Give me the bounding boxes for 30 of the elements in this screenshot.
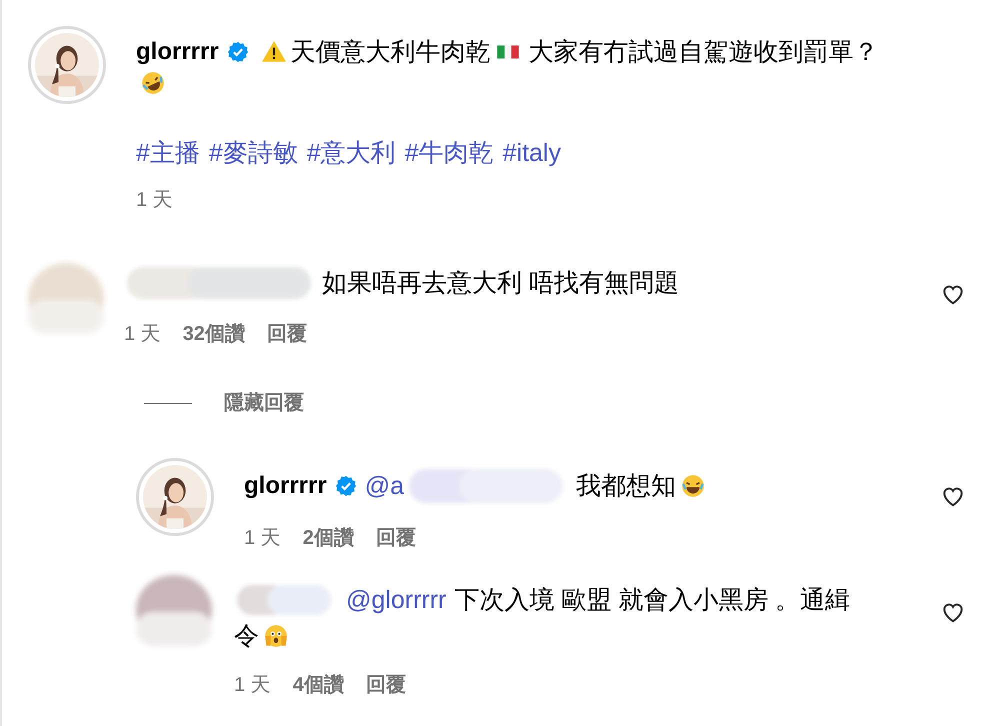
reply-button[interactable]: 回覆 [266, 322, 307, 346]
hashtag-link[interactable]: #麥詩敏 [208, 135, 298, 171]
likes-button[interactable]: 32個讚 [182, 322, 245, 346]
reply-text: 下次入境 歐盟 就會入小黑房 。通緝 [454, 585, 850, 616]
post-time: 1 天 [136, 188, 173, 212]
comment-time: 1 天 [234, 673, 271, 697]
likes-button[interactable]: 2個讚 [302, 526, 354, 550]
hide-replies-button[interactable]: 隱藏回覆 [224, 391, 304, 415]
caption-text: 大家有冇試過自駕遊收到罰單？ [528, 37, 879, 68]
reply-text: 我都想知 [576, 471, 676, 502]
hashtag-link[interactable]: #主播 [136, 135, 200, 171]
hashtag-link[interactable]: #意大利 [306, 135, 396, 171]
likes-button[interactable]: 4個讚 [292, 673, 344, 697]
mention-link[interactable]: @a [364, 468, 404, 504]
reply-button[interactable]: 回覆 [366, 673, 406, 697]
mention-link[interactable]: @glorrrrr [346, 582, 446, 618]
comment-time: 1 天 [244, 526, 281, 550]
comment-time: 1 天 [124, 322, 161, 346]
hashtag-link[interactable]: #牛肉乾 [404, 135, 494, 171]
warning-icon [260, 39, 287, 65]
reply-text: 令 [234, 621, 259, 652]
username[interactable]: glorrrrr [136, 34, 219, 70]
username[interactable]: glorrrrr [244, 468, 327, 504]
laughing-face-icon [140, 70, 166, 96]
hashtag-link[interactable]: #italy [502, 135, 561, 171]
peeking-face-icon [263, 623, 289, 649]
caption-text: 天價意大利牛肉乾 [290, 37, 491, 68]
tears-of-joy-icon [680, 473, 706, 499]
comment-text: 如果唔再去意大利 唔找有無問題 [322, 268, 679, 299]
reply-button[interactable]: 回覆 [376, 526, 416, 550]
